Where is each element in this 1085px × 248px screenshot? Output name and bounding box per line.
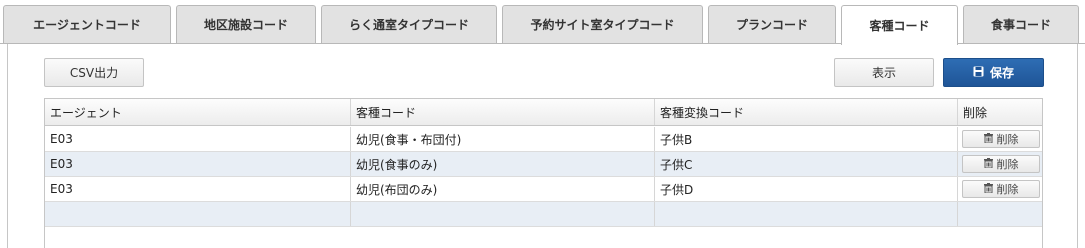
column-header-delete: 削除 [963, 105, 988, 120]
cell-guest-type-code: 幼児(食事・布団付) [351, 127, 655, 151]
tab-label: 予約サイト室タイプコード [530, 18, 675, 32]
column-header-agent[interactable]: エージェント [45, 99, 351, 125]
cell-agent: E03 [45, 152, 351, 176]
trash-icon [983, 157, 993, 171]
cell-conversion-code: 子供C [655, 152, 958, 176]
table-row[interactable]: E03 幼児(布団のみ) 子供D 削除 [45, 177, 1042, 202]
delete-button[interactable]: 削除 [962, 180, 1040, 198]
tab-label: 地区施設コード [203, 18, 288, 32]
show-button[interactable]: 表示 [834, 58, 934, 87]
tab-label: 客種コード [869, 19, 930, 33]
save-button[interactable]: 保存 [943, 58, 1044, 87]
trash-icon [983, 132, 993, 146]
table-row[interactable]: E03 幼児(食事のみ) 子供C 削除 [45, 152, 1042, 177]
show-label: 表示 [871, 66, 896, 80]
cell-guest-type-code: 幼児(食事のみ) [351, 152, 655, 176]
tab-booking-site-room-type-code[interactable]: 予約サイト室タイプコード [502, 5, 703, 43]
csv-export-button[interactable]: CSV出力 [44, 58, 144, 87]
tab-area-facility-code[interactable]: 地区施設コード [176, 5, 316, 43]
cell-agent: E03 [45, 177, 351, 201]
csv-export-label: CSV出力 [69, 66, 119, 80]
cell-delete-empty [958, 202, 1042, 226]
column-header-guest-type-code[interactable]: 客種コード [351, 99, 655, 125]
save-label: 保存 [989, 66, 1014, 80]
cell-delete: 削除 [958, 152, 1042, 176]
cell-guest-type-code-empty[interactable] [351, 202, 655, 226]
guest-type-grid: エージェント 客種コード 客種変換コード 削除 E03 幼児(食事・布団付) 子… [44, 98, 1043, 248]
floppy-disk-icon [973, 66, 984, 80]
tab-plan-code[interactable]: プランコード [708, 5, 836, 43]
cell-agent-empty[interactable] [45, 202, 351, 226]
delete-label: 削除 [996, 133, 1019, 146]
delete-button[interactable]: 削除 [962, 130, 1040, 148]
cell-delete: 削除 [958, 127, 1042, 151]
delete-label: 削除 [996, 158, 1019, 171]
tab-label: 食事コード [990, 18, 1051, 32]
trash-icon [983, 182, 993, 196]
tab-label: らく通室タイプコード [348, 18, 469, 32]
tab-meal-code[interactable]: 食事コード [963, 5, 1079, 43]
delete-button[interactable]: 削除 [962, 155, 1040, 173]
cell-conversion-code: 子供D [655, 177, 958, 201]
tab-label: プランコード [735, 18, 808, 32]
table-row[interactable]: E03 幼児(食事・布団付) 子供B 削除 [45, 127, 1042, 152]
tab-guest-type-code[interactable]: 客種コード [841, 5, 958, 45]
tab-rakutsu-room-type-code[interactable]: らく通室タイプコード [321, 5, 497, 43]
cell-conversion-code: 子供B [655, 127, 958, 151]
cell-agent: E03 [45, 127, 351, 151]
tab-agent-code[interactable]: エージェントコード [3, 5, 171, 43]
delete-label: 削除 [996, 183, 1019, 196]
cell-guest-type-code: 幼児(布団のみ) [351, 177, 655, 201]
cell-conversion-code-empty[interactable] [655, 202, 958, 226]
tab-label: エージェントコード [33, 18, 141, 32]
grid-header: エージェント 客種コード 客種変換コード 削除 [45, 99, 1042, 126]
empty-new-row[interactable] [45, 202, 1042, 227]
column-header-conversion-code[interactable]: 客種変換コード [655, 99, 958, 125]
tab-bar: エージェントコード 地区施設コード らく通室タイプコード 予約サイト室タイプコー… [0, 0, 1085, 45]
cell-delete: 削除 [958, 177, 1042, 201]
